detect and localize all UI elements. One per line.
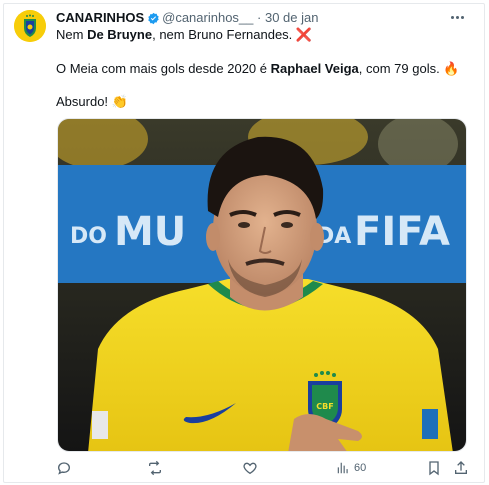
reply-icon: [57, 462, 71, 475]
tweet-text-line-1: Nem De Bruyne, nem Bruno Fernandes. ❌: [56, 27, 313, 42]
views-button[interactable]: 60: [336, 458, 366, 478]
author-name[interactable]: CANARINHOS: [56, 10, 144, 25]
svg-text:MU: MU: [114, 209, 186, 255]
tweet-card[interactable]: CANARINHOS @canarinhos__ · 30 de jan Nem …: [0, 0, 489, 485]
tweet-date[interactable]: 30 de jan: [265, 10, 319, 25]
svg-text:DO: DO: [70, 224, 107, 249]
views-chart-icon: [337, 462, 348, 474]
fire-emoji-icon: 🔥: [443, 61, 460, 76]
avatar[interactable]: [14, 10, 46, 42]
svg-text:FIFA 2: FIFA 2: [354, 209, 467, 255]
player-photo: DO MU DA FIFA 2: [58, 119, 467, 451]
like-button[interactable]: [242, 458, 258, 478]
clapping-hands-emoji-icon: 👏: [111, 94, 128, 109]
canarinhos-logo-icon: [14, 10, 46, 42]
bookmark-button[interactable]: [426, 458, 442, 478]
tweet-text-line-2: O Meia com mais gols desde 2020 é Raphae…: [56, 61, 460, 76]
cross-mark-emoji-icon: ❌: [295, 27, 313, 42]
author-handle[interactable]: @canarinhos__: [162, 10, 253, 25]
bookmark-icon: [429, 461, 439, 476]
share-button[interactable]: [453, 458, 469, 478]
header-separator: ·: [257, 10, 262, 25]
tweet-actions: 60: [56, 458, 472, 478]
share-icon: [455, 461, 467, 474]
tweet-text-line-3: Absurdo! 👏: [56, 94, 128, 109]
cbf-crest-text: CBF: [316, 402, 333, 411]
heart-icon: [243, 462, 257, 475]
tweet-media-photo[interactable]: DO MU DA FIFA 2: [57, 118, 467, 452]
reply-button[interactable]: [56, 458, 72, 478]
retweet-icon: [149, 460, 161, 476]
more-options-icon[interactable]: [447, 9, 467, 25]
retweet-button[interactable]: [147, 458, 163, 478]
views-count: 60: [354, 462, 367, 474]
